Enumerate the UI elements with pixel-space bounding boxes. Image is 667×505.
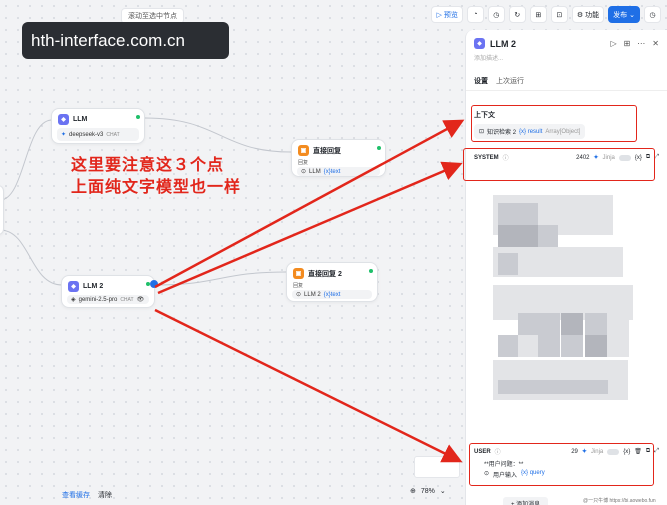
clock-icon: ◷ [649, 11, 656, 19]
model-icon: ✦ [61, 132, 67, 138]
annotation-line-2: 上面纯文字模型也一样 [71, 177, 242, 196]
eye-icon: 👁 [136, 297, 145, 303]
reply2-node[interactable]: ▣ 直接回复 2 回复 ⊙ LLM 2 {x}text [286, 262, 378, 302]
success-icon [368, 268, 374, 274]
minimap[interactable] [414, 456, 460, 478]
reply-node-title: 直接回复 [313, 147, 341, 155]
reply2-node-label: 回复 [293, 283, 304, 289]
zoom-control[interactable]: ⊕ 78% ⌄ [410, 487, 446, 496]
view-cache-link[interactable]: 查看缓存 [62, 490, 90, 500]
docs-icon[interactable]: ⊞ [624, 39, 631, 48]
chevron-down-icon: ⌄ [629, 11, 635, 19]
tab-settings[interactable]: 设置 [474, 76, 488, 86]
reply2-node-title: 直接回复 2 [308, 270, 342, 278]
success-icon [376, 145, 382, 151]
llm2-node-title: LLM 2 [83, 283, 104, 290]
add-message-button[interactable]: + 添加消息 [503, 497, 549, 505]
features-icon: ⚙ [576, 11, 584, 19]
llm-node-model: deepseek-v3 [69, 131, 104, 138]
chevron-down-icon: ⌄ [439, 488, 446, 495]
checklist-icon: ◔ [473, 11, 478, 18]
zoom-icon: ⊕ [410, 488, 416, 495]
variables-icon: ⊞ [535, 11, 542, 19]
system-prompt-content-blurred[interactable] [493, 195, 633, 410]
history-button[interactable]: ◷ [487, 6, 505, 23]
top-toolbar: ▷ 预览 ◔ ◷ ↻ ⊞ ⊡ ⚙ 功能 发布 ⌄ ◷ [431, 6, 661, 23]
model-icon: ◈ [71, 297, 76, 303]
reply-node-src: LLM [309, 168, 321, 175]
llm-ref-icon: ⊙ [296, 292, 302, 298]
llm-icon: ◆ [474, 38, 485, 49]
user-highlight-box [469, 443, 654, 486]
tab-last-run[interactable]: 上次运行 [496, 76, 524, 86]
panel-title[interactable]: LLM 2 [490, 39, 605, 49]
success-icon [135, 114, 141, 120]
reply2-node-var: {x}text [323, 291, 341, 298]
reply-node-label: 回复 [298, 160, 309, 166]
reply2-node-src: LLM 2 [304, 291, 321, 298]
annotation-line-1: 这里要注意这３个点 [71, 155, 225, 174]
add-next-node-icon[interactable] [150, 280, 158, 288]
env-icon: ↻ [514, 11, 521, 19]
llm-icon: ◆ [58, 114, 69, 125]
clear-link[interactable]: 清除 [98, 490, 112, 500]
variables-button[interactable]: ⊞ [529, 6, 547, 23]
history-icon: ◷ [493, 11, 500, 19]
preview-button[interactable]: ▷ 预览 [431, 6, 463, 23]
run-icon[interactable]: ▷ [610, 39, 616, 48]
credit-text: @一只牛博 https://bi.aowebo.fun [583, 498, 656, 504]
features-button[interactable]: ⚙ 功能 [571, 6, 605, 23]
annotation-text: 这里要注意这３个点 上面纯文字模型也一样 [71, 154, 241, 198]
watermark: hth-interface.com.cn [22, 22, 229, 59]
run-history-button[interactable]: ◷ [644, 6, 661, 23]
llm2-node-model: gemini-2.5-pro [78, 296, 118, 303]
bottom-controls: 查看缓存 清除 [62, 490, 112, 500]
reply-node[interactable]: ▣ 直接回复 回复 ⊙ LLM {x}text [291, 139, 386, 177]
publish-label: 发布 [613, 11, 628, 19]
env-button[interactable]: ↻ [508, 6, 526, 23]
system-highlight-box [463, 148, 655, 181]
publish-button[interactable]: 发布 ⌄ [608, 6, 640, 23]
llm-icon: ◆ [68, 281, 79, 292]
play-icon: ▷ [436, 11, 442, 19]
zoom-level: 78% [420, 487, 435, 495]
close-icon[interactable]: ✕ [652, 39, 659, 48]
reply-icon: ▣ [298, 145, 309, 156]
description-input[interactable]: 添加描述... [466, 53, 667, 62]
start-node-stub[interactable] [0, 185, 4, 235]
checklist-button[interactable]: ◔ [466, 6, 484, 23]
preview-label: 预览 [443, 11, 458, 19]
llm-node-mode: CHAT [106, 131, 120, 138]
llm-ref-icon: ⊙ [301, 169, 307, 175]
export-icon: ⊡ [556, 11, 563, 19]
context-highlight-box [471, 105, 637, 142]
llm2-node-mode: CHAT [120, 296, 134, 303]
llm2-node[interactable]: ◆ LLM 2 ◈ gemini-2.5-pro CHAT 👁 [61, 275, 158, 308]
export-button[interactable]: ⊡ [550, 6, 568, 23]
features-label: 功能 [585, 11, 600, 19]
llm-node-title: LLM [73, 116, 88, 123]
reply-icon: ▣ [293, 268, 304, 279]
more-icon[interactable]: ⋯ [637, 39, 645, 48]
expand-icon[interactable]: ⤢ [654, 448, 659, 455]
reply-node-var: {x}text [323, 168, 341, 175]
llm-node[interactable]: ◆ LLM ✦ deepseek-v3 CHAT [51, 108, 145, 144]
